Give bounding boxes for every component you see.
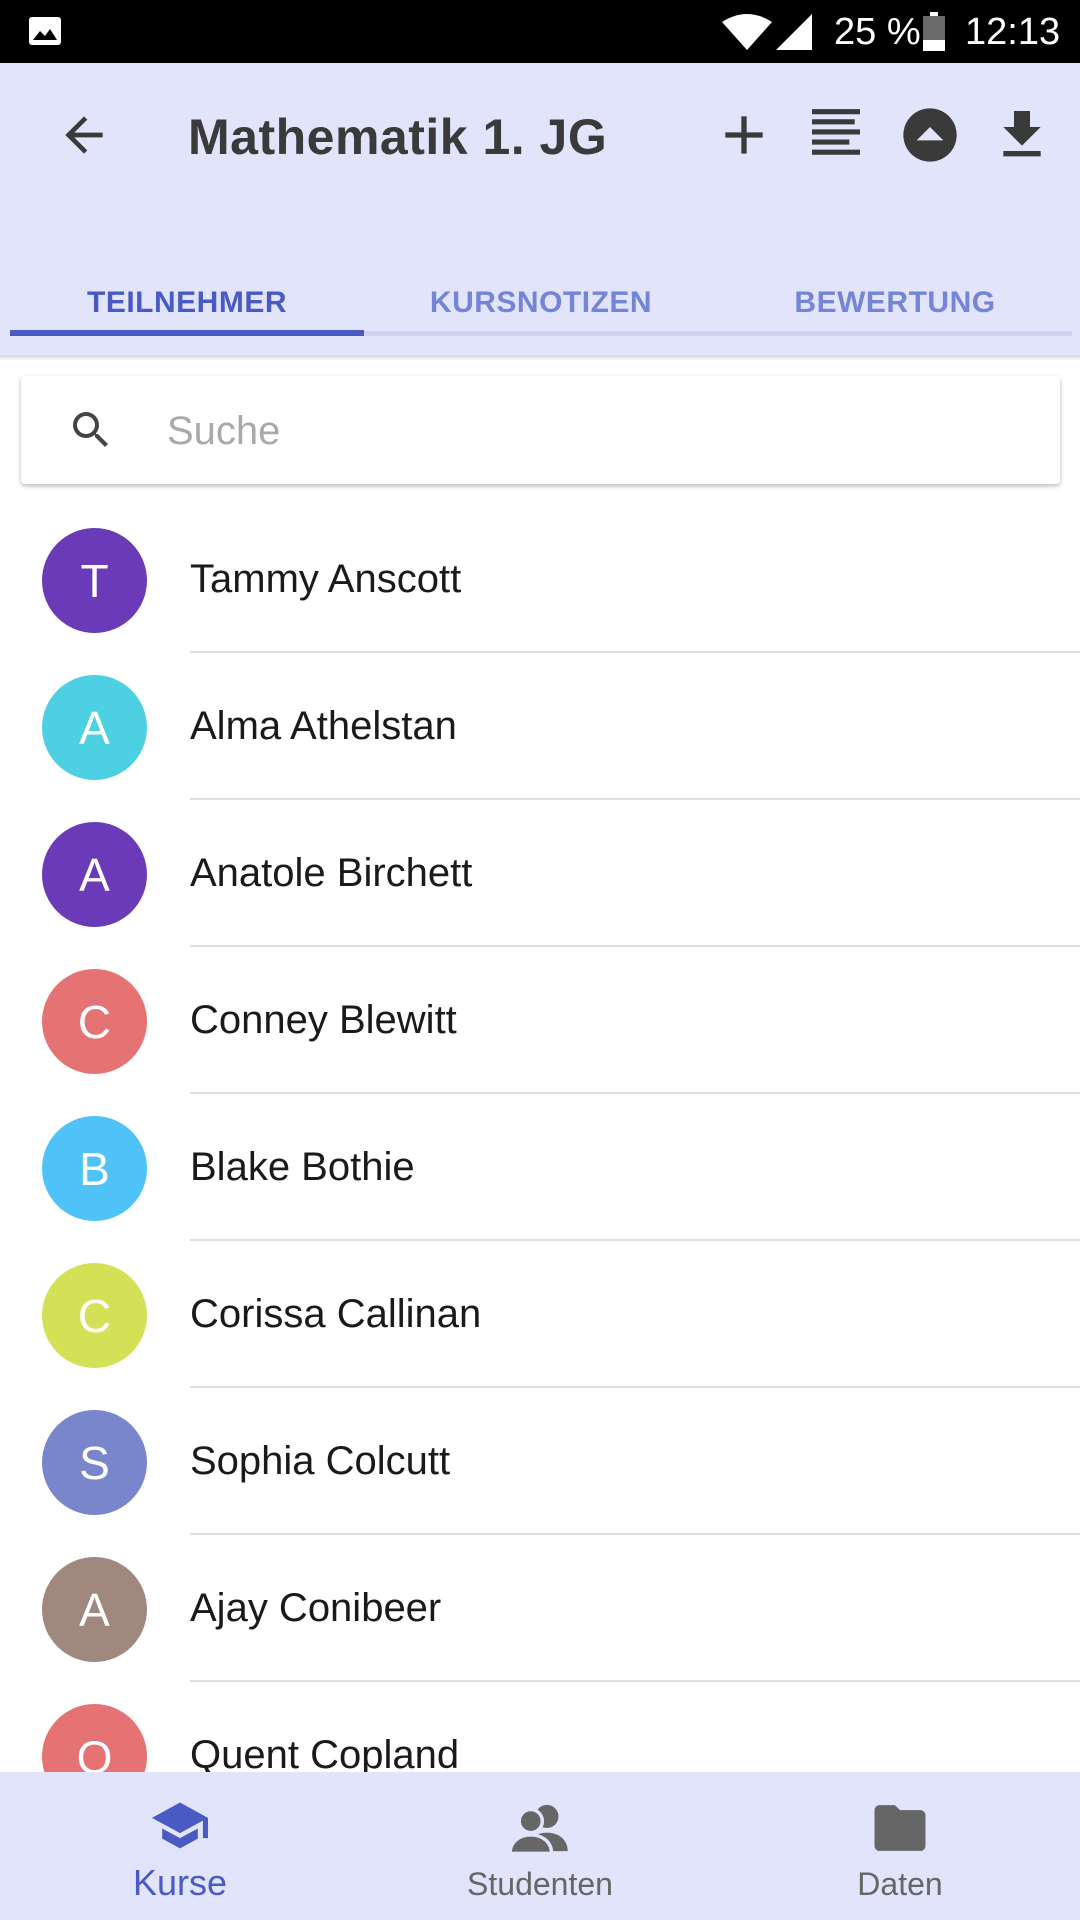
tab-teilnehmer[interactable]: TEILNEHMER — [10, 253, 364, 353]
page-title: Mathematik 1. JG — [188, 109, 608, 165]
list-item[interactable]: A Ajay Conibeer — [0, 1535, 1080, 1682]
image-notification-icon — [29, 17, 61, 45]
collapse-circle-icon[interactable] — [898, 103, 962, 167]
participant-name: Anatole Birchett — [190, 851, 473, 895]
participant-name: Ajay Conibeer — [190, 1586, 442, 1630]
tab-bewertung[interactable]: BEWERTUNG — [718, 253, 1072, 353]
list-item[interactable]: B Blake Bothie — [0, 1094, 1080, 1241]
people-icon — [510, 1804, 568, 1856]
participant-name: Sophia Colcutt — [190, 1439, 451, 1483]
nav-label: Daten — [857, 1866, 943, 1902]
signal-icon — [776, 14, 812, 50]
avatar: A — [42, 1557, 147, 1662]
sort-lines-icon[interactable] — [804, 103, 868, 167]
wifi-icon — [722, 14, 772, 50]
nav-label: Studenten — [467, 1866, 613, 1902]
avatar: C — [42, 969, 147, 1074]
battery-percentage: 25 % — [834, 11, 921, 53]
nav-item-daten[interactable]: Daten — [720, 1772, 1080, 1920]
avatar: C — [42, 1263, 147, 1368]
avatar: S — [42, 1410, 147, 1515]
participant-name: Alma Athelstan — [190, 704, 457, 748]
nav-item-kurse[interactable]: Kurse — [0, 1772, 360, 1920]
participant-name: Corissa Callinan — [190, 1292, 482, 1336]
add-icon[interactable] — [712, 103, 776, 167]
avatar: B — [42, 1116, 147, 1221]
app-bar: Mathematik 1. JG TEILNEHMER KURSNOTIZEN … — [0, 63, 1080, 360]
clock: 12:13 — [965, 11, 1061, 53]
participant-name: Tammy Anscott — [190, 557, 462, 601]
folder-icon — [874, 1805, 926, 1851]
school-icon — [152, 1802, 208, 1849]
tab-indicator — [10, 330, 364, 336]
search-bar — [21, 376, 1060, 484]
search-icon — [73, 412, 108, 447]
back-arrow-icon[interactable] — [56, 107, 112, 163]
list-item[interactable]: A Alma Athelstan — [0, 653, 1080, 800]
status-bar: 25 % 12:13 — [0, 0, 1080, 63]
nav-item-studenten[interactable]: Studenten — [360, 1772, 720, 1920]
participant-list: T Tammy Anscott A Alma Athelstan A Anato… — [0, 506, 1080, 1829]
avatar: A — [42, 675, 147, 780]
avatar: A — [42, 822, 147, 927]
download-icon[interactable] — [990, 103, 1054, 167]
list-item[interactable]: C Corissa Callinan — [0, 1241, 1080, 1388]
avatar: T — [42, 528, 147, 633]
tab-kursnotizen[interactable]: KURSNOTIZEN — [364, 253, 718, 353]
list-item[interactable]: T Tammy Anscott — [0, 506, 1080, 653]
search-input[interactable] — [165, 400, 1029, 462]
participant-name: Blake Bothie — [190, 1145, 415, 1189]
bottom-navigation: Kurse Studenten Daten — [0, 1772, 1080, 1920]
list-item[interactable]: S Sophia Colcutt — [0, 1388, 1080, 1535]
app-bar-shadow — [0, 355, 1080, 361]
list-item[interactable]: A Anatole Birchett — [0, 800, 1080, 947]
participant-name: Conney Blewitt — [190, 998, 457, 1042]
battery-icon — [923, 12, 945, 51]
nav-label: Kurse — [132, 1862, 228, 1903]
list-item[interactable]: C Conney Blewitt — [0, 947, 1080, 1094]
